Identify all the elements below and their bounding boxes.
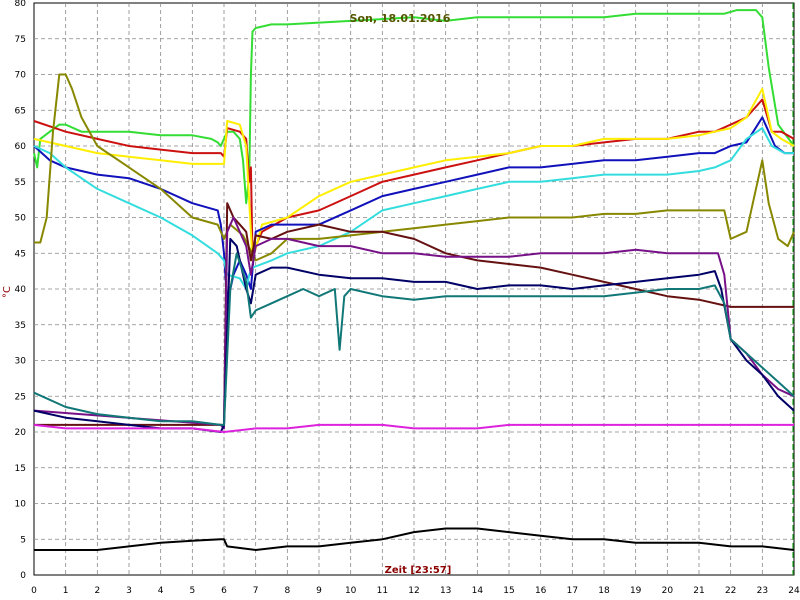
y-tick-label: 75 [15, 35, 26, 45]
chart-title: Son, 18.01.2016 [350, 12, 451, 25]
x-tick-label: 23 [757, 586, 768, 596]
y-tick-label: 30 [15, 357, 27, 367]
x-tick-label: 18 [598, 586, 610, 596]
x-tick-label: 19 [630, 586, 642, 596]
y-tick-label: 10 [15, 500, 27, 510]
x-tick-label: 6 [221, 586, 227, 596]
y-tick-label: 35 [15, 321, 26, 331]
line-chart: 0 1 2 3 4 5 6 7 8 9 10 11 12 13 14 15 16 17 18 19 20 21 22 23 24… [0, 0, 800, 600]
x-tick-label: 3 [126, 586, 132, 596]
x-tick-label: 21 [693, 586, 704, 596]
y-tick-label: 55 [15, 178, 26, 188]
x-tick-label: 22 [725, 586, 736, 596]
y-tick-label: 15 [15, 464, 26, 474]
y-tick-label: 65 [15, 106, 26, 116]
x-tick-label: 15 [503, 586, 514, 596]
x-tick-label: 9 [316, 586, 322, 596]
x-tick-label: 16 [535, 586, 547, 596]
chart-background [0, 0, 800, 600]
x-tick-label: 1 [63, 586, 69, 596]
x-axis-label: Zeit [23:57] [385, 565, 452, 576]
x-tick-label: 13 [440, 586, 451, 596]
x-tick-label: 2 [94, 586, 100, 596]
y-tick-label: 70 [15, 71, 27, 81]
x-tick-label: 14 [472, 586, 484, 596]
x-tick-label: 5 [189, 586, 195, 596]
y-tick-label: 20 [15, 428, 27, 438]
y-tick-label: 60 [15, 142, 27, 152]
x-tick-label: 10 [345, 586, 357, 596]
y-tick-label: 50 [15, 214, 27, 224]
x-tick-label: 12 [408, 586, 419, 596]
x-tick-label: 24 [788, 586, 800, 596]
y-tick-label: 80 [15, 0, 27, 9]
x-tick-label: 4 [158, 586, 164, 596]
y-tick-label: 0 [20, 571, 26, 581]
x-tick-label: 20 [662, 586, 674, 596]
x-tick-label: 7 [253, 586, 259, 596]
x-tick-label: 17 [567, 586, 578, 596]
y-tick-label: 40 [15, 285, 27, 295]
x-tick-label: 0 [31, 586, 37, 596]
x-tick-label: 11 [377, 586, 388, 596]
y-tick-label: 5 [20, 535, 26, 545]
y-tick-label: 45 [15, 249, 26, 259]
y-axis-label: °C [2, 286, 13, 298]
x-tick-label: 8 [284, 586, 290, 596]
y-tick-label: 25 [15, 392, 26, 402]
